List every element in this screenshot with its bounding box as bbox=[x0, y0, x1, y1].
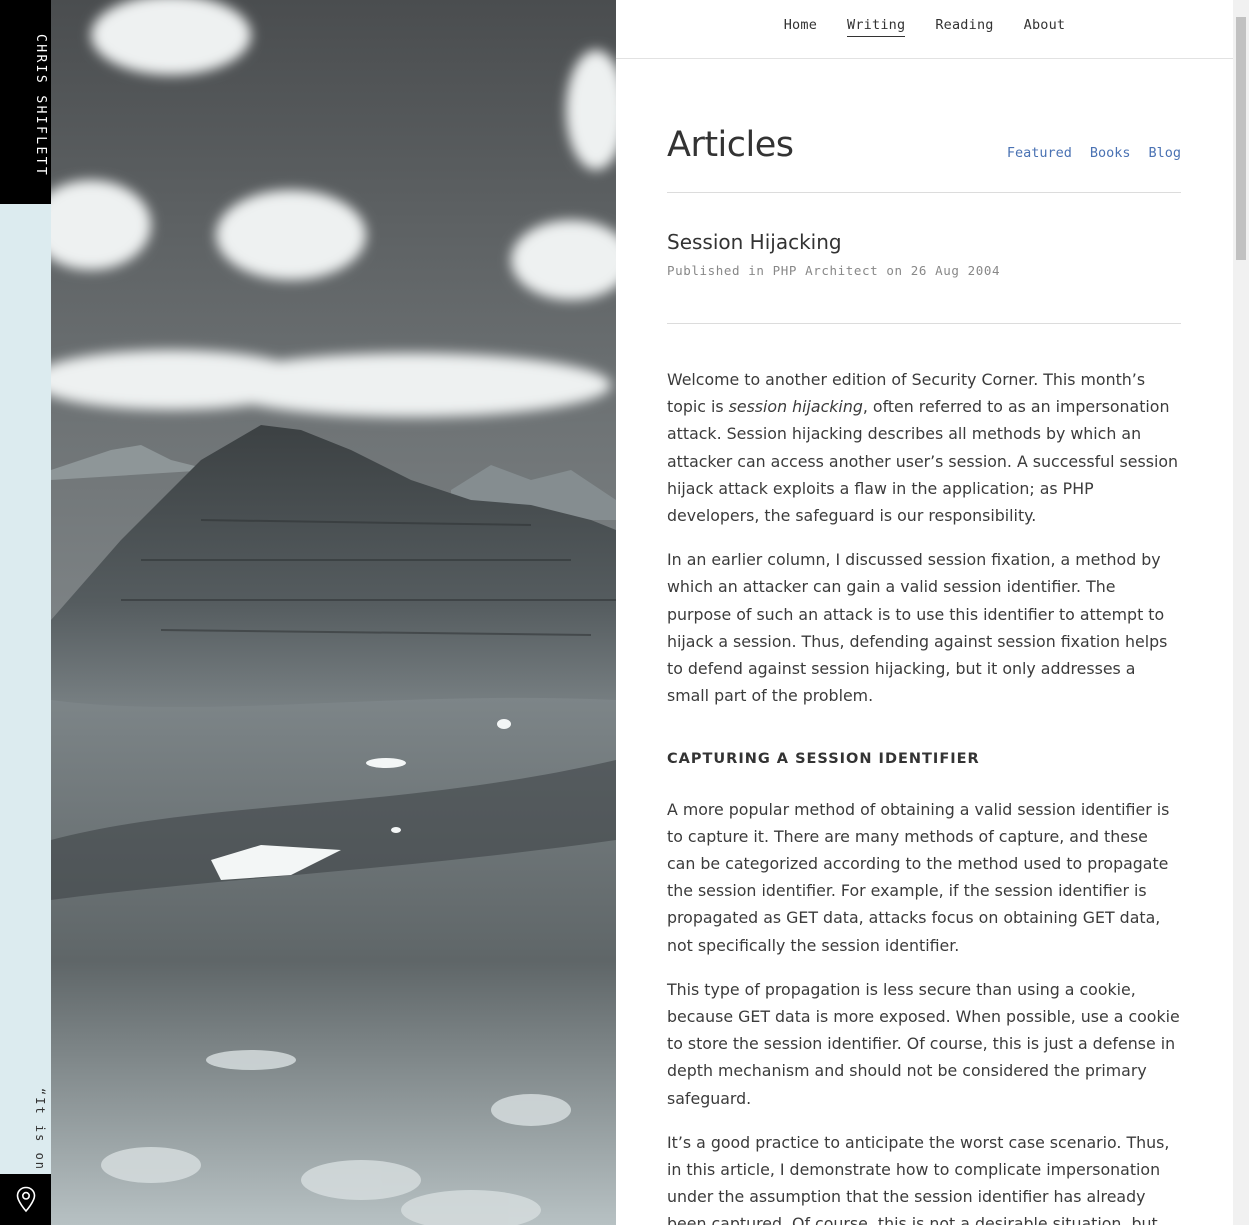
nav-home[interactable]: Home bbox=[784, 17, 817, 36]
hero-photo bbox=[51, 0, 616, 1225]
mountain-landscape-image bbox=[51, 0, 616, 1225]
location-button[interactable] bbox=[0, 1174, 51, 1225]
paragraph-1: Welcome to another edition of Security C… bbox=[667, 366, 1181, 529]
site-brand-name[interactable]: CHRIS SHIFLETT bbox=[33, 34, 48, 177]
subheading-capturing: CAPTURING A SESSION IDENTIFIER bbox=[667, 751, 980, 768]
section-title: Articles bbox=[667, 125, 794, 165]
content-column: Home Writing Reading About Articles Feat… bbox=[616, 0, 1233, 1225]
map-pin-icon bbox=[16, 1186, 35, 1213]
scrollbar-thumb[interactable] bbox=[1236, 17, 1246, 260]
nav-reading[interactable]: Reading bbox=[935, 17, 993, 36]
nav-about[interactable]: About bbox=[1024, 17, 1066, 36]
article-title: Session Hijacking bbox=[667, 230, 842, 254]
paragraph-3: A more popular method of obtaining a val… bbox=[667, 799, 1170, 955]
site-brand[interactable]: CHRIS SHIFLETT bbox=[0, 0, 51, 204]
paragraph-2: In an earlier column, I discussed sessio… bbox=[667, 550, 1168, 706]
paragraph-5: It’s a good practice to anticipate the w… bbox=[667, 1132, 1170, 1225]
page-scrollbar[interactable] bbox=[1233, 0, 1249, 1225]
section-header: Articles Featured Books Blog bbox=[667, 125, 1181, 193]
paragraph-4: This type of propagation is less secure … bbox=[667, 979, 1180, 1108]
top-navigation: Home Writing Reading About bbox=[616, 0, 1233, 59]
section-filters: Featured Books Blog bbox=[1007, 145, 1181, 161]
filter-blog[interactable]: Blog bbox=[1148, 145, 1181, 161]
filter-books[interactable]: Books bbox=[1090, 145, 1131, 161]
article-header: Session Hijacking Published in PHP Archi… bbox=[667, 230, 1181, 324]
article-meta: Published in PHP Architect on 26 Aug 200… bbox=[667, 263, 1001, 278]
paragraph-1-emphasis: session hijacking bbox=[728, 397, 863, 417]
article-body: Welcome to another edition of Security C… bbox=[667, 366, 1181, 1225]
nav-writing[interactable]: Writing bbox=[847, 17, 906, 37]
filter-featured[interactable]: Featured bbox=[1007, 145, 1072, 161]
left-rail: CHRIS SHIFLETT “It is on bbox=[0, 0, 51, 1225]
rail-quote: “It is on bbox=[33, 1088, 47, 1172]
paragraph-1-text-end: , often referred to as an impersonation … bbox=[667, 397, 1179, 526]
